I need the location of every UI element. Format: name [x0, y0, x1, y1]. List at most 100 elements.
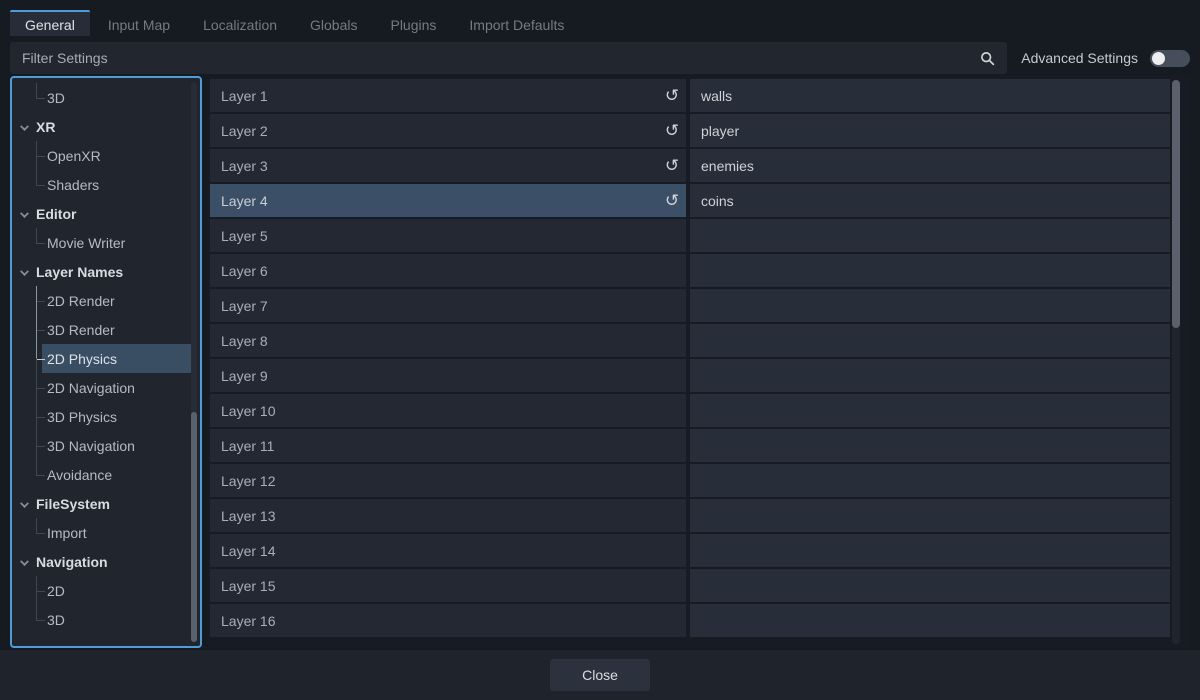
sidebar-scrollbar[interactable] — [191, 82, 197, 642]
setting-value-field[interactable] — [690, 499, 1170, 532]
tab-localization[interactable]: Localization — [188, 10, 292, 36]
setting-label-cell[interactable]: Layer 4↺ — [210, 184, 686, 217]
tree-item-2d[interactable]: 2D — [12, 576, 192, 605]
setting-label-cell[interactable]: Layer 7 — [210, 289, 686, 322]
tree-item-openxr[interactable]: OpenXR — [12, 141, 192, 170]
tab-input-map[interactable]: Input Map — [93, 10, 185, 36]
tree-item-navigation[interactable]: Navigation — [12, 547, 192, 576]
setting-value-field[interactable] — [690, 359, 1170, 392]
setting-label-cell[interactable]: Layer 2↺ — [210, 114, 686, 147]
setting-label: Layer 15 — [221, 578, 275, 594]
revert-icon[interactable]: ↺ — [663, 157, 681, 174]
setting-value: player — [701, 123, 739, 139]
tree-item-label: 2D Render — [47, 293, 115, 309]
setting-label-cell[interactable]: Layer 11 — [210, 429, 686, 462]
tree-item-3d[interactable]: 3D — [12, 83, 192, 112]
tree-item-xr[interactable]: XR — [12, 112, 192, 141]
setting-value-field[interactable] — [690, 464, 1170, 497]
tree-item-label: OpenXR — [47, 148, 101, 164]
setting-label-cell[interactable]: Layer 10 — [210, 394, 686, 427]
filter-settings-input[interactable]: Filter Settings — [10, 42, 1007, 74]
tree-item-movie-writer[interactable]: Movie Writer — [12, 228, 192, 257]
settings-list: Layer 1 ↺ wallsLayer 2↺ player Layer 3 ↺ enemi… — [208, 76, 1190, 648]
setting-label: Layer 5 — [221, 228, 268, 244]
advanced-settings-label: Advanced Settings — [1021, 50, 1138, 66]
setting-value-field[interactable]: coins — [690, 184, 1170, 217]
setting-label-cell[interactable]: Layer 16 — [210, 604, 686, 637]
tree-item-shaders[interactable]: Shaders — [12, 170, 192, 199]
tree-item-label: Navigation — [36, 554, 108, 570]
settings-row: Layer 2↺ player — [210, 114, 1170, 147]
setting-label-cell[interactable]: Layer 3 ↺ — [210, 149, 686, 182]
setting-value-field[interactable] — [690, 324, 1170, 357]
revert-icon[interactable]: ↺ — [663, 122, 681, 139]
tree-item-avoidance[interactable]: Avoidance — [12, 460, 192, 489]
tree-item-label: Shaders — [47, 177, 99, 193]
sidebar-scrollbar-thumb[interactable] — [191, 412, 197, 642]
setting-label: Layer 8 — [221, 333, 268, 349]
main-scrollbar[interactable] — [1172, 80, 1180, 644]
setting-label-cell[interactable]: Layer 6 — [210, 254, 686, 287]
settings-row: Layer 13 — [210, 499, 1170, 532]
setting-label: Layer 1 — [221, 88, 268, 104]
setting-value-field[interactable] — [690, 429, 1170, 462]
setting-value-field[interactable] — [690, 534, 1170, 567]
main-scrollbar-thumb[interactable] — [1172, 80, 1180, 328]
setting-value-field[interactable]: player — [690, 114, 1170, 147]
tree-item-3d-physics[interactable]: 3D Physics — [12, 402, 192, 431]
setting-label-cell[interactable]: Layer 1 ↺ — [210, 79, 686, 112]
tree-item-3d-navigation[interactable]: 3D Navigation — [12, 431, 192, 460]
setting-value-field[interactable] — [690, 219, 1170, 252]
settings-row: Layer 11 — [210, 429, 1170, 462]
tree-item-label: Avoidance — [47, 467, 112, 483]
tab-import-defaults[interactable]: Import Defaults — [454, 10, 579, 36]
advanced-settings-toggle[interactable] — [1150, 50, 1190, 67]
setting-value-field[interactable]: enemies — [690, 149, 1170, 182]
settings-row: Layer 10 — [210, 394, 1170, 427]
tree-item-2d-render[interactable]: 2D Render — [12, 286, 192, 315]
tree-item-import[interactable]: Import — [12, 518, 192, 547]
settings-tree-items: 3DXROpenXRShadersEditorMovie WriterLayer… — [12, 83, 192, 634]
setting-value-field[interactable]: walls — [690, 79, 1170, 112]
setting-label-cell[interactable]: Layer 13 — [210, 499, 686, 532]
settings-row: Layer 14 — [210, 534, 1170, 567]
tree-item-2d-physics[interactable]: 2D Physics — [12, 344, 192, 373]
setting-label-cell[interactable]: Layer 9 — [210, 359, 686, 392]
tab-general[interactable]: General — [10, 10, 90, 36]
setting-value-field[interactable] — [690, 254, 1170, 287]
revert-icon[interactable]: ↺ — [663, 192, 681, 209]
chevron-down-icon — [20, 122, 29, 131]
settings-row: Layer 1 ↺ walls — [210, 79, 1170, 112]
settings-row: Layer 7 — [210, 289, 1170, 322]
setting-label: Layer 16 — [221, 613, 275, 629]
tree-item-editor[interactable]: Editor — [12, 199, 192, 228]
tree-item-filesystem[interactable]: FileSystem — [12, 489, 192, 518]
setting-label-cell[interactable]: Layer 8 — [210, 324, 686, 357]
revert-icon[interactable]: ↺ — [663, 87, 681, 104]
tab-plugins[interactable]: Plugins — [375, 10, 451, 36]
settings-row: Layer 15 — [210, 569, 1170, 602]
tree-item-label: Layer Names — [36, 264, 123, 280]
setting-label: Layer 7 — [221, 298, 268, 314]
tree-item-label: 3D Physics — [47, 409, 117, 425]
setting-label-cell[interactable]: Layer 15 — [210, 569, 686, 602]
tree-item-3d-render[interactable]: 3D Render — [12, 315, 192, 344]
setting-value-field[interactable] — [690, 604, 1170, 637]
tree-item-label: 2D — [47, 583, 65, 599]
close-button[interactable]: Close — [550, 659, 650, 691]
setting-value-field[interactable] — [690, 394, 1170, 427]
tree-item-layer-names[interactable]: Layer Names — [12, 257, 192, 286]
tree-item-3d[interactable]: 3D — [12, 605, 192, 634]
setting-label: Layer 3 — [221, 158, 268, 174]
setting-value-field[interactable] — [690, 289, 1170, 322]
settings-row: Layer 4↺coins — [210, 184, 1170, 217]
toolbar: Filter Settings Advanced Settings — [10, 42, 1190, 74]
setting-label-cell[interactable]: Layer 5 — [210, 219, 686, 252]
settings-tree: 3DXROpenXRShadersEditorMovie WriterLayer… — [10, 76, 202, 648]
tree-item-label: 2D Navigation — [47, 380, 135, 396]
tree-item-2d-navigation[interactable]: 2D Navigation — [12, 373, 192, 402]
setting-value-field[interactable] — [690, 569, 1170, 602]
setting-label-cell[interactable]: Layer 12 — [210, 464, 686, 497]
setting-label-cell[interactable]: Layer 14 — [210, 534, 686, 567]
tab-globals[interactable]: Globals — [295, 10, 372, 36]
